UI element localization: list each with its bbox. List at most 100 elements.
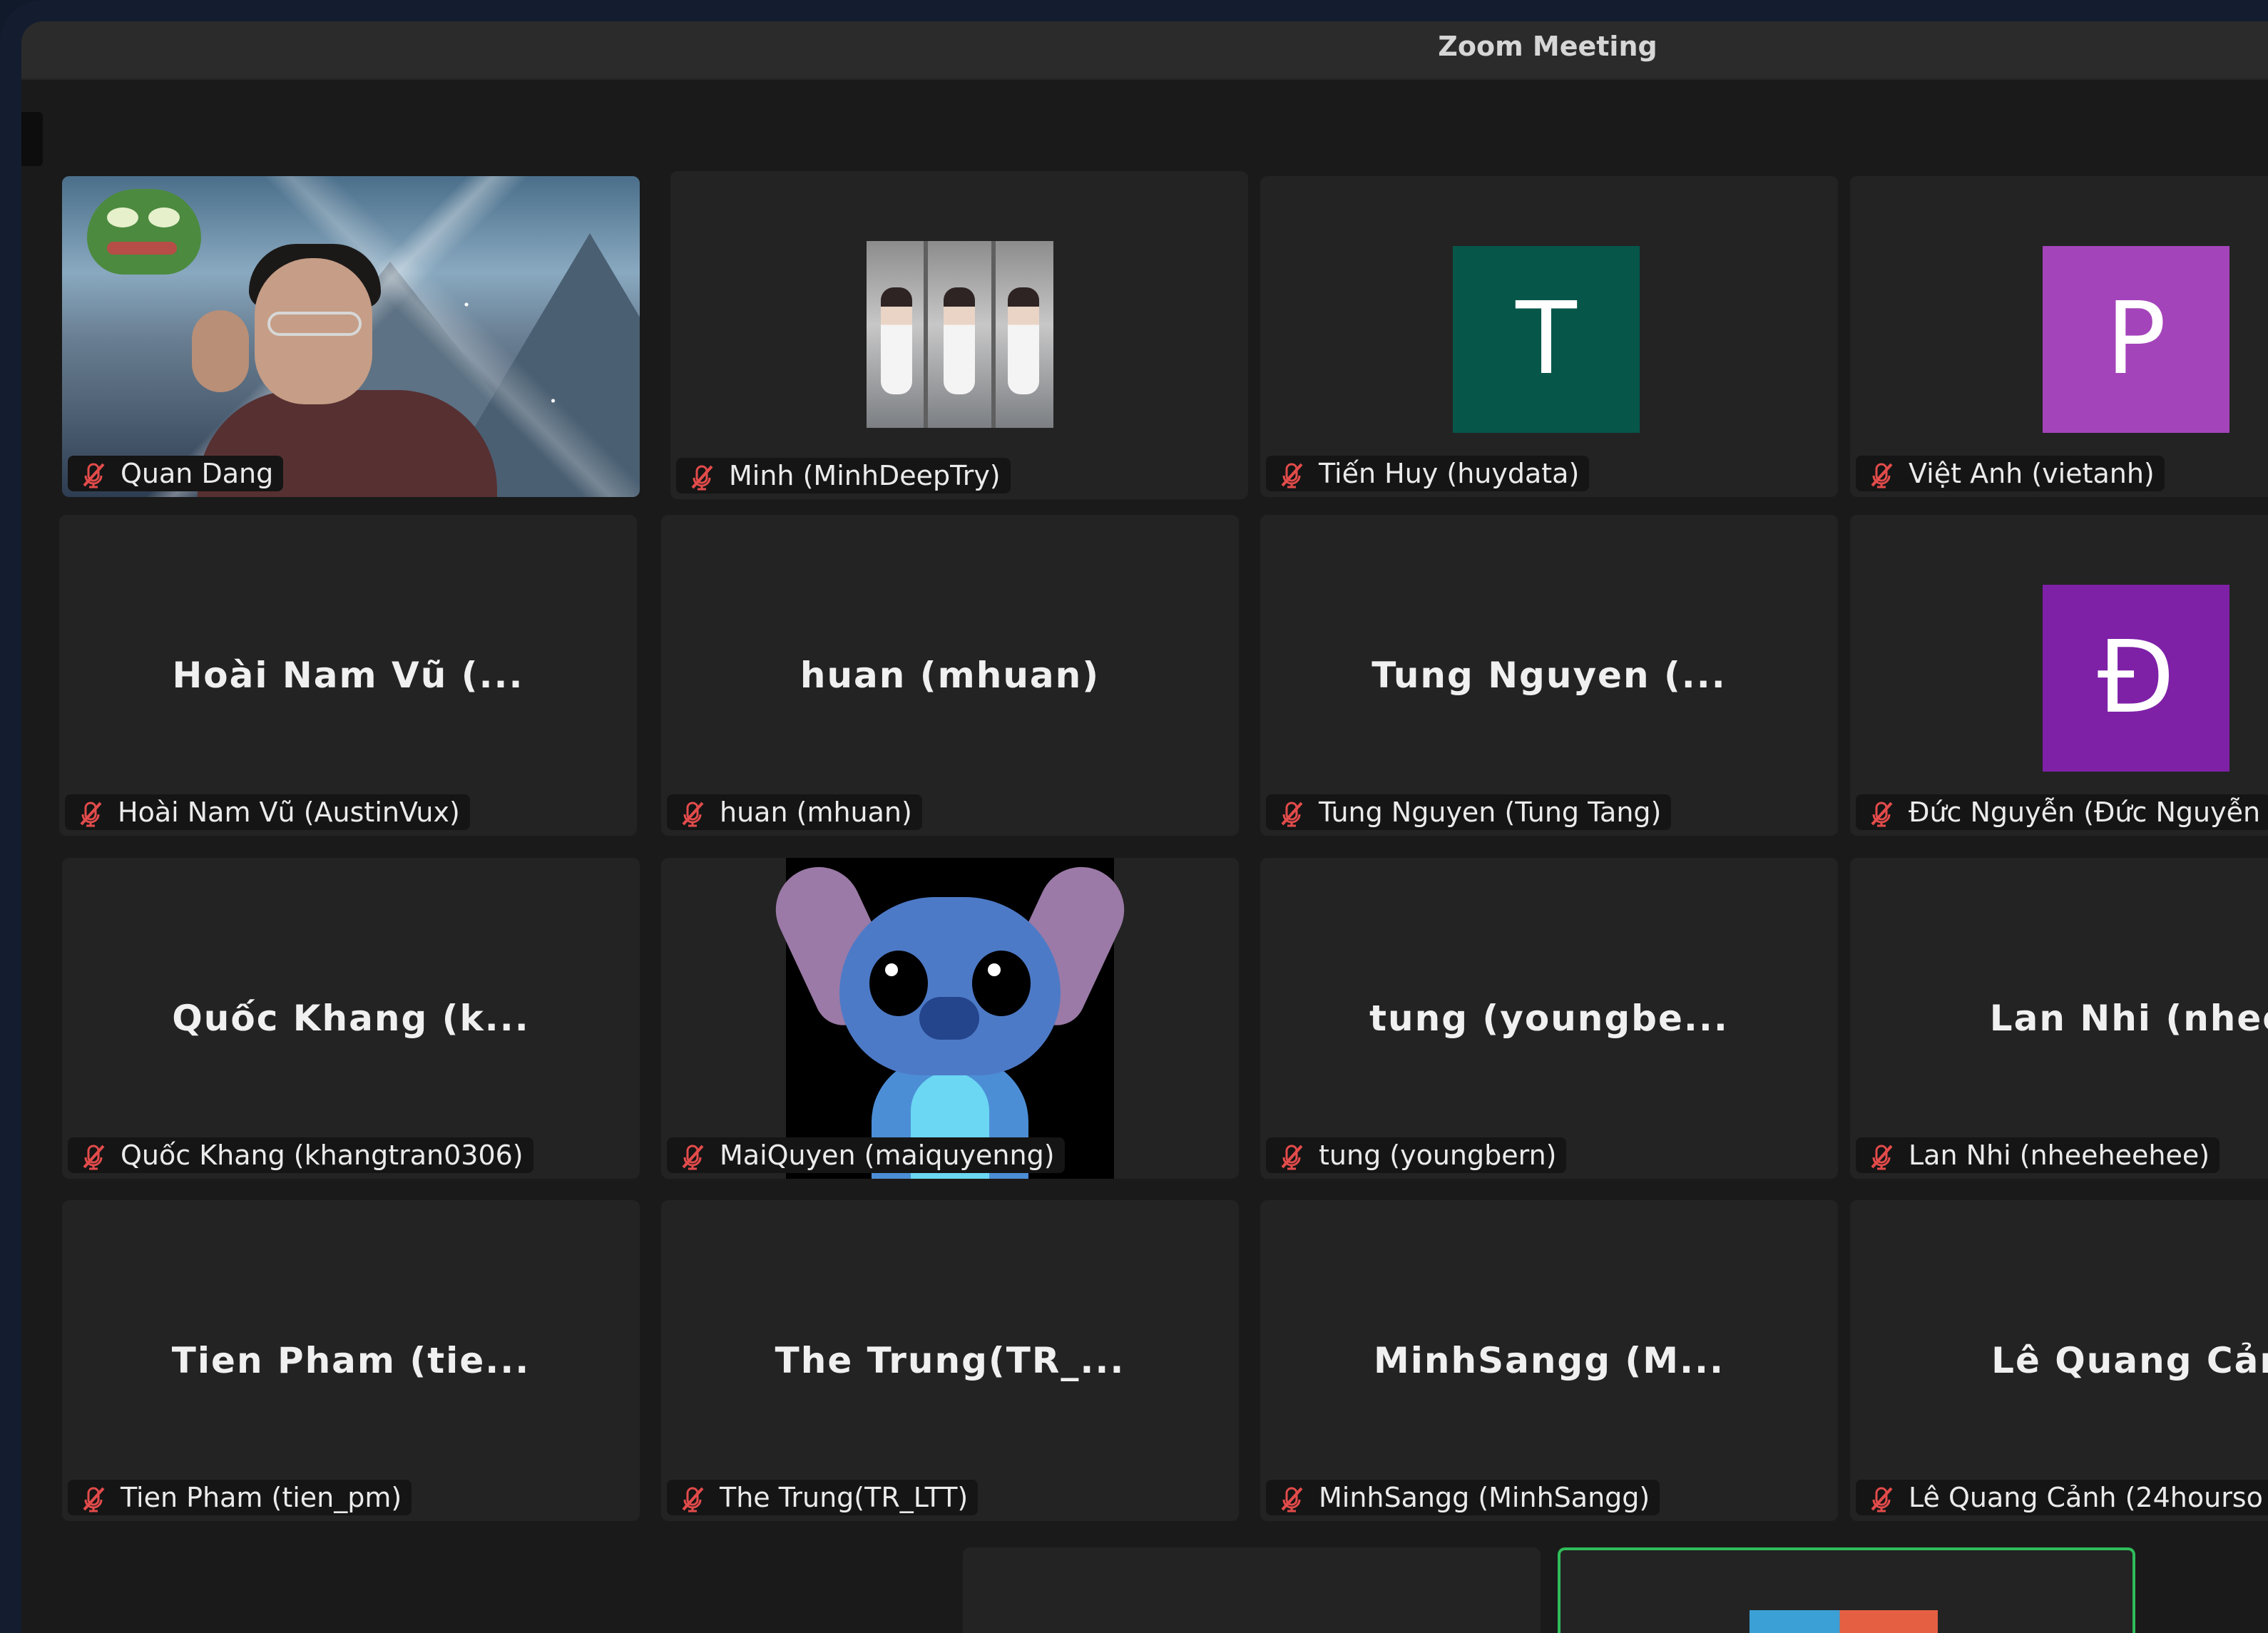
participant-avatar: T bbox=[1453, 246, 1640, 433]
participant-display-name: Lan Nhi (nhee bbox=[1989, 998, 2268, 1039]
character-eye bbox=[972, 951, 1031, 1016]
microphone-muted-icon bbox=[83, 463, 105, 488]
microphone-muted-icon bbox=[80, 802, 102, 827]
participant-name-caption: Lê Quang Cảnh (24hourso bbox=[1856, 1480, 2268, 1515]
participant-tile-tung[interactable]: tung (youngbe... tung (youngbern) bbox=[1260, 858, 1838, 1179]
participant-tile-quan-dang[interactable]: Quan Dang bbox=[62, 176, 640, 497]
participant-tile-lan-nhi[interactable]: Lan Nhi (nhee Lan Nhi (nheeheehee) bbox=[1850, 858, 2268, 1179]
titlebar: Zoom Meeting bbox=[21, 21, 2268, 80]
participant-display-name: Tung Nguyen (... bbox=[1371, 655, 1727, 696]
participant-tile-duc-nguyen[interactable]: Đ Đức Nguyễn (Đức Nguyễn bbox=[1850, 515, 2268, 836]
participant-name-caption: Hoài Nam Vũ (AustinVux) bbox=[65, 794, 470, 830]
participant-tile-tien-huy[interactable]: T Tiến Huy (huydata) bbox=[1260, 176, 1838, 497]
participant-avatar: Đ bbox=[2043, 585, 2229, 772]
photo-divider bbox=[991, 241, 996, 428]
participant-name-label: Hoài Nam Vũ (AustinVux) bbox=[118, 797, 460, 828]
participant-name-label: MaiQuyen (maiquyenng) bbox=[720, 1140, 1055, 1171]
participant-name-caption: Tien Pham (tien_pm) bbox=[68, 1480, 412, 1515]
participant-tile-the-trung[interactable]: The Trung(TR_... The Trung(TR_LTT) bbox=[661, 1200, 1239, 1521]
participant-display-name: tung (youngbe... bbox=[1369, 998, 1729, 1039]
participant-name-caption: Tiến Huy (huydata) bbox=[1266, 456, 1590, 491]
microphone-muted-icon bbox=[1281, 1145, 1303, 1170]
microphone-muted-icon bbox=[1871, 1487, 1893, 1512]
participant-name-caption: Minh (MinhDeepTry) bbox=[676, 458, 1011, 493]
participant-tile-quoc-khang[interactable]: Quốc Khang (k... Quốc Khang (khangtran03… bbox=[62, 858, 640, 1179]
frog-eye bbox=[107, 208, 138, 227]
microphone-muted-icon bbox=[691, 465, 713, 491]
participant-name-label: Minh (MinhDeepTry) bbox=[729, 460, 1001, 491]
zoom-meeting-window: Zoom Meeting Quan Dang Minh (MinhDeepTry… bbox=[21, 21, 2268, 1633]
participant-name-label: tung (youngbern) bbox=[1319, 1140, 1557, 1171]
participant-tile-le-quang-canh[interactable]: Lê Quang Cản Lê Quang Cảnh (24hourso bbox=[1850, 1200, 2268, 1521]
participant-tile-maiquyen[interactable]: MaiQuyen (maiquyenng) bbox=[661, 858, 1239, 1179]
participant-name-label: Tien Pham (tien_pm) bbox=[121, 1482, 402, 1513]
participant-glasses bbox=[267, 312, 362, 336]
photo-person bbox=[881, 287, 912, 394]
participant-name-label: Đức Nguyễn (Đức Nguyễn bbox=[1909, 797, 2261, 828]
frog-eye bbox=[148, 208, 180, 227]
participant-tile-tung-nguyen[interactable]: Tung Nguyen (... Tung Nguyen (Tung Tang) bbox=[1260, 515, 1838, 836]
participant-display-name: Tien Pham (tie... bbox=[171, 1340, 531, 1381]
participant-tile-partial[interactable] bbox=[963, 1547, 1541, 1633]
participant-tile-tien-pham[interactable]: Tien Pham (tie... Tien Pham (tien_pm) bbox=[62, 1200, 640, 1521]
participant-hand bbox=[192, 310, 249, 392]
participant-tile-minh[interactable]: Minh (MinhDeepTry) bbox=[670, 171, 1248, 499]
microphone-muted-icon bbox=[83, 1145, 105, 1170]
microphone-muted-icon bbox=[1871, 1145, 1893, 1170]
participant-name-caption: Việt Anh (vietanh) bbox=[1856, 456, 2165, 491]
participant-avatar: P bbox=[2043, 246, 2229, 433]
microphone-muted-icon bbox=[682, 1145, 704, 1170]
participant-name-label: Tiến Huy (huydata) bbox=[1319, 458, 1580, 489]
character-eye bbox=[869, 951, 928, 1016]
microphone-muted-icon bbox=[83, 1487, 105, 1512]
participant-video bbox=[62, 176, 640, 497]
participant-display-name: Quốc Khang (k... bbox=[172, 998, 530, 1039]
participant-display-name: huan (mhuan) bbox=[800, 655, 1100, 696]
microphone-muted-icon bbox=[1871, 463, 1893, 488]
desktop-window: Zoom Meeting Quan Dang Minh (MinhDeepTry… bbox=[0, 0, 2268, 1633]
participant-name-caption: huan (mhuan) bbox=[667, 794, 922, 830]
participant-tile-viet-anh[interactable]: P Việt Anh (vietanh) bbox=[1850, 176, 2268, 497]
character-nose bbox=[919, 997, 979, 1040]
photo-person bbox=[1008, 287, 1039, 394]
participant-name-caption: Quan Dang bbox=[68, 456, 284, 491]
participant-photo bbox=[867, 241, 1053, 428]
participant-name-label: huan (mhuan) bbox=[720, 797, 912, 828]
participant-tile-hoai-nam-vu[interactable]: Hoài Nam Vũ (... Hoài Nam Vũ (AustinVux) bbox=[59, 515, 637, 836]
participant-name-caption: Tung Nguyen (Tung Tang) bbox=[1266, 794, 1672, 830]
photo-divider bbox=[924, 241, 928, 428]
participant-tile-huan[interactable]: huan (mhuan) huan (mhuan) bbox=[661, 515, 1239, 836]
toolbar-handle[interactable] bbox=[21, 112, 43, 166]
participant-name-caption: MinhSangg (MinhSangg) bbox=[1266, 1480, 1660, 1515]
microphone-muted-icon bbox=[1281, 802, 1303, 827]
participant-name-caption: MaiQuyen (maiquyenng) bbox=[667, 1137, 1065, 1173]
participant-display-name: Lê Quang Cản bbox=[1991, 1340, 2268, 1381]
photo-person bbox=[944, 287, 975, 394]
active-speaker-tile-partial[interactable] bbox=[1558, 1547, 2135, 1633]
participant-name-label: Quốc Khang (khangtran0306) bbox=[121, 1140, 523, 1171]
frog-sticker bbox=[87, 189, 201, 275]
participant-thumbnail bbox=[1749, 1610, 1938, 1633]
microphone-muted-icon bbox=[1281, 1487, 1303, 1512]
participant-display-name: MinhSangg (M... bbox=[1373, 1340, 1725, 1381]
participant-tile-minhsangg[interactable]: MinhSangg (M... MinhSangg (MinhSangg) bbox=[1260, 1200, 1838, 1521]
participant-name-caption: The Trung(TR_LTT) bbox=[667, 1480, 979, 1515]
microphone-muted-icon bbox=[1281, 463, 1303, 488]
participant-name-label: MinhSangg (MinhSangg) bbox=[1319, 1482, 1650, 1513]
participant-name-caption: Lan Nhi (nheeheehee) bbox=[1856, 1137, 2220, 1173]
participant-name-caption: tung (youngbern) bbox=[1266, 1137, 1567, 1173]
participant-name-label: The Trung(TR_LTT) bbox=[720, 1482, 969, 1513]
participant-display-name: The Trung(TR_... bbox=[775, 1340, 1125, 1381]
participant-image bbox=[762, 858, 1138, 1179]
participant-name-label: Lê Quang Cảnh (24hourso bbox=[1909, 1482, 2263, 1513]
character-head bbox=[839, 897, 1061, 1075]
participant-display-name: Hoài Nam Vũ (... bbox=[172, 655, 524, 696]
frog-lip bbox=[107, 242, 177, 255]
participant-name-label: Tung Nguyen (Tung Tang) bbox=[1319, 797, 1662, 828]
window-title: Zoom Meeting bbox=[1438, 31, 1657, 62]
participant-name-caption: Đức Nguyễn (Đức Nguyễn bbox=[1856, 794, 2268, 830]
participant-name-label: Lan Nhi (nheeheehee) bbox=[1909, 1140, 2210, 1171]
participant-name-caption: Quốc Khang (khangtran0306) bbox=[68, 1137, 533, 1173]
microphone-muted-icon bbox=[682, 802, 704, 827]
meeting-toolbar-area bbox=[21, 80, 2268, 166]
